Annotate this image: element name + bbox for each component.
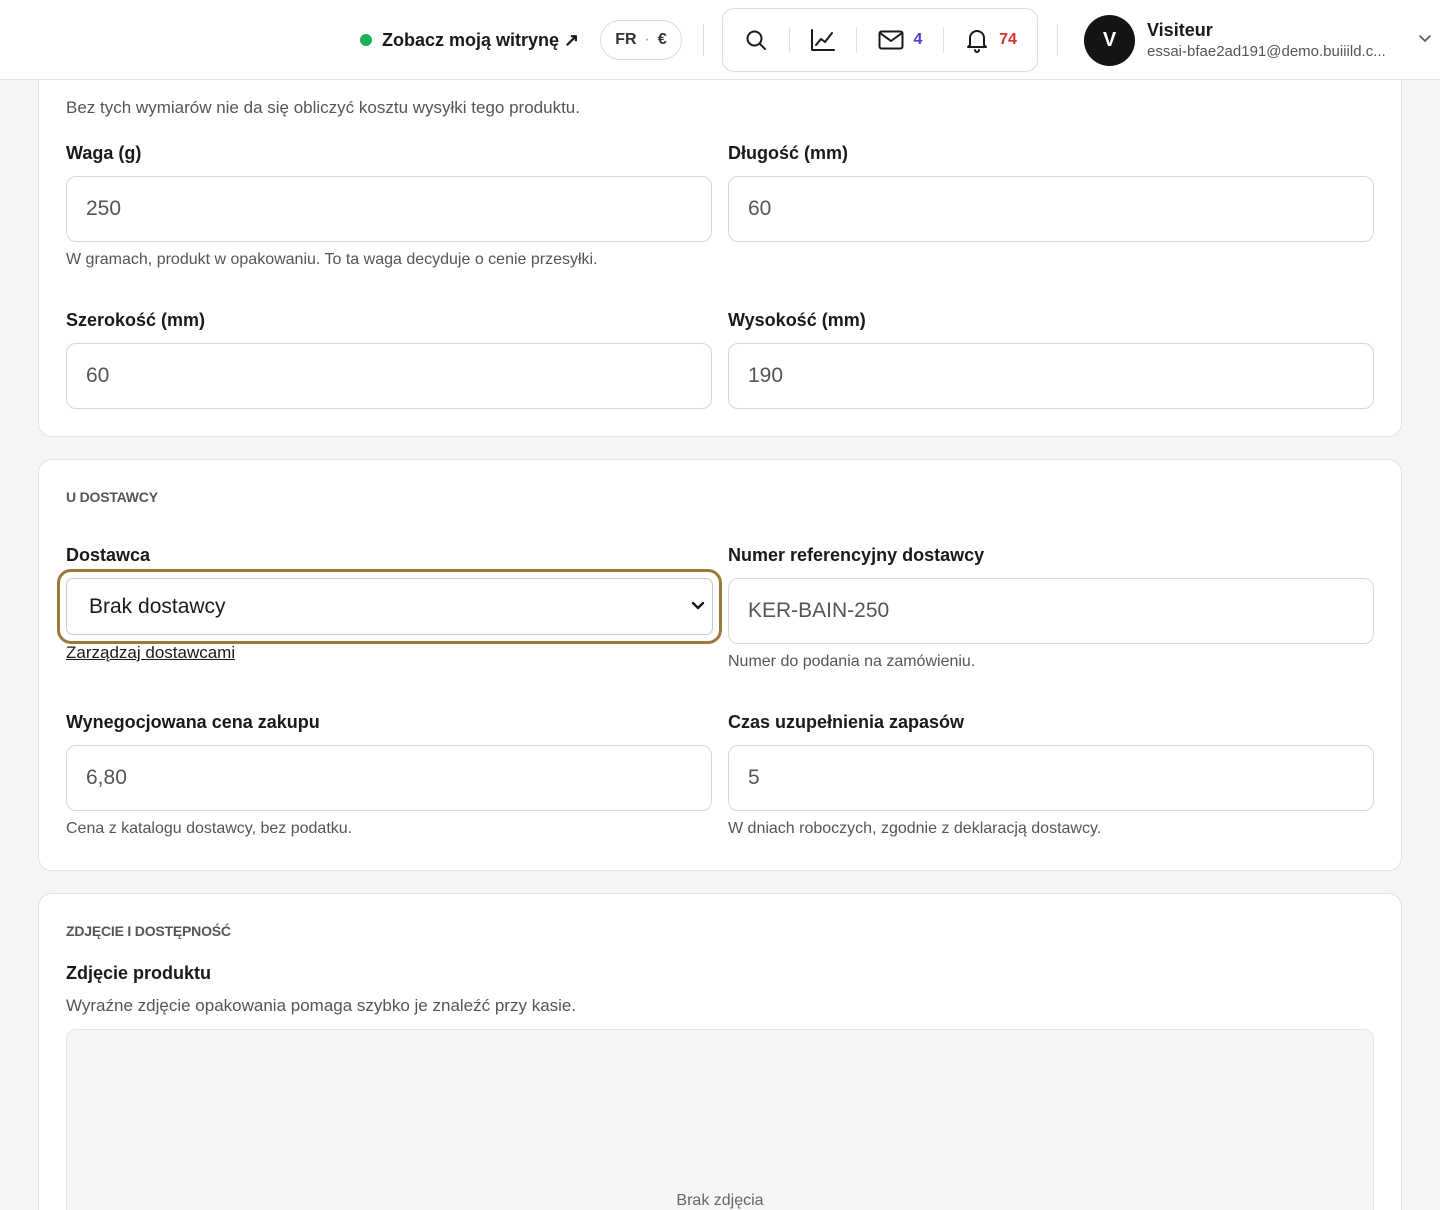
language-currency-switcher[interactable]: FR · € — [600, 20, 682, 60]
bell-icon — [967, 30, 988, 53]
top-bar: Zobacz moją witrynę ↗ FR · € 4 74 V Visi… — [0, 0, 1440, 80]
search-icon — [746, 30, 766, 50]
photo-upload-area[interactable] — [66, 1029, 1374, 1210]
weight-input[interactable] — [66, 176, 712, 242]
separator-dot: · — [644, 31, 650, 48]
mail-icon — [878, 30, 904, 50]
height-label: Wysokość (mm) — [728, 310, 866, 330]
product-photo-label: Zdjęcie produktu — [66, 963, 212, 983]
notifications-count-badge: 74 — [999, 31, 1017, 48]
user-email: essai-bfae2ad191@demo.buiiild.c... — [1147, 43, 1386, 60]
width-input[interactable] — [66, 343, 712, 409]
no-photo-text: Brak zdjęcia — [676, 1192, 764, 1209]
dimensions-description: Bez tych wymiarów nie da się obliczyć ko… — [66, 98, 580, 117]
height-input[interactable] — [728, 343, 1374, 409]
lead-time-input[interactable] — [728, 745, 1374, 811]
supplier-reference-help: Numer do podania na zamówieniu. — [728, 653, 976, 670]
product-photo-description: Wyraźne zdjęcie opakowania pomaga szybko… — [66, 996, 577, 1015]
supplier-reference-input[interactable] — [728, 578, 1374, 644]
online-status-dot — [360, 34, 372, 46]
messages-button[interactable]: 4 — [857, 9, 943, 71]
avatar[interactable]: V — [1084, 15, 1135, 66]
toolbar-icon-group: 4 74 — [722, 8, 1038, 72]
language-code: FR — [615, 31, 637, 48]
view-site-link[interactable]: Zobacz moją witrynę ↗ — [360, 26, 579, 54]
notifications-button[interactable]: 74 — [944, 9, 1038, 71]
purchase-price-help: Cena z katalogu dostawcy, bez podatku. — [66, 820, 353, 837]
search-button[interactable] — [723, 9, 789, 71]
supplier-section-title: U DOSTAWCY — [66, 489, 158, 505]
chevron-down-icon — [691, 601, 705, 610]
messages-count-badge: 4 — [913, 31, 923, 48]
weight-help: W gramach, produkt w opakowaniu. To ta w… — [66, 251, 598, 268]
width-label: Szerokość (mm) — [66, 310, 206, 330]
purchase-price-label: Wynegocjowana cena zakupu — [66, 712, 320, 732]
view-site-label: Zobacz moją witrynę ↗ — [382, 29, 580, 50]
user-name: Visiteur — [1147, 20, 1213, 40]
divider — [1057, 24, 1058, 56]
divider — [703, 24, 704, 56]
supplier-select[interactable]: Brak dostawcy — [66, 578, 713, 635]
avatar-letter: V — [1102, 29, 1117, 51]
supplier-select-value: Brak dostawcy — [89, 594, 226, 618]
weight-label: Waga (g) — [66, 143, 142, 163]
purchase-price-input[interactable] — [66, 745, 712, 811]
chart-icon — [811, 29, 835, 51]
supplier-label: Dostawca — [66, 545, 151, 565]
manage-suppliers-link[interactable]: Zarządzaj dostawcami — [66, 643, 235, 663]
analytics-button[interactable] — [790, 9, 856, 71]
supplier-reference-label: Numer referencyjny dostawcy — [728, 545, 985, 565]
lead-time-label: Czas uzupełnienia zapasów — [728, 712, 965, 732]
length-label: Długość (mm) — [728, 143, 849, 163]
photo-section-title: ZDJĘCIE I DOSTĘPNOŚĆ — [66, 923, 231, 939]
length-input[interactable] — [728, 176, 1374, 242]
currency-symbol: € — [657, 31, 667, 48]
chevron-down-icon[interactable] — [1418, 32, 1432, 46]
lead-time-help: W dniach roboczych, zgodnie z deklaracją… — [728, 820, 1102, 837]
